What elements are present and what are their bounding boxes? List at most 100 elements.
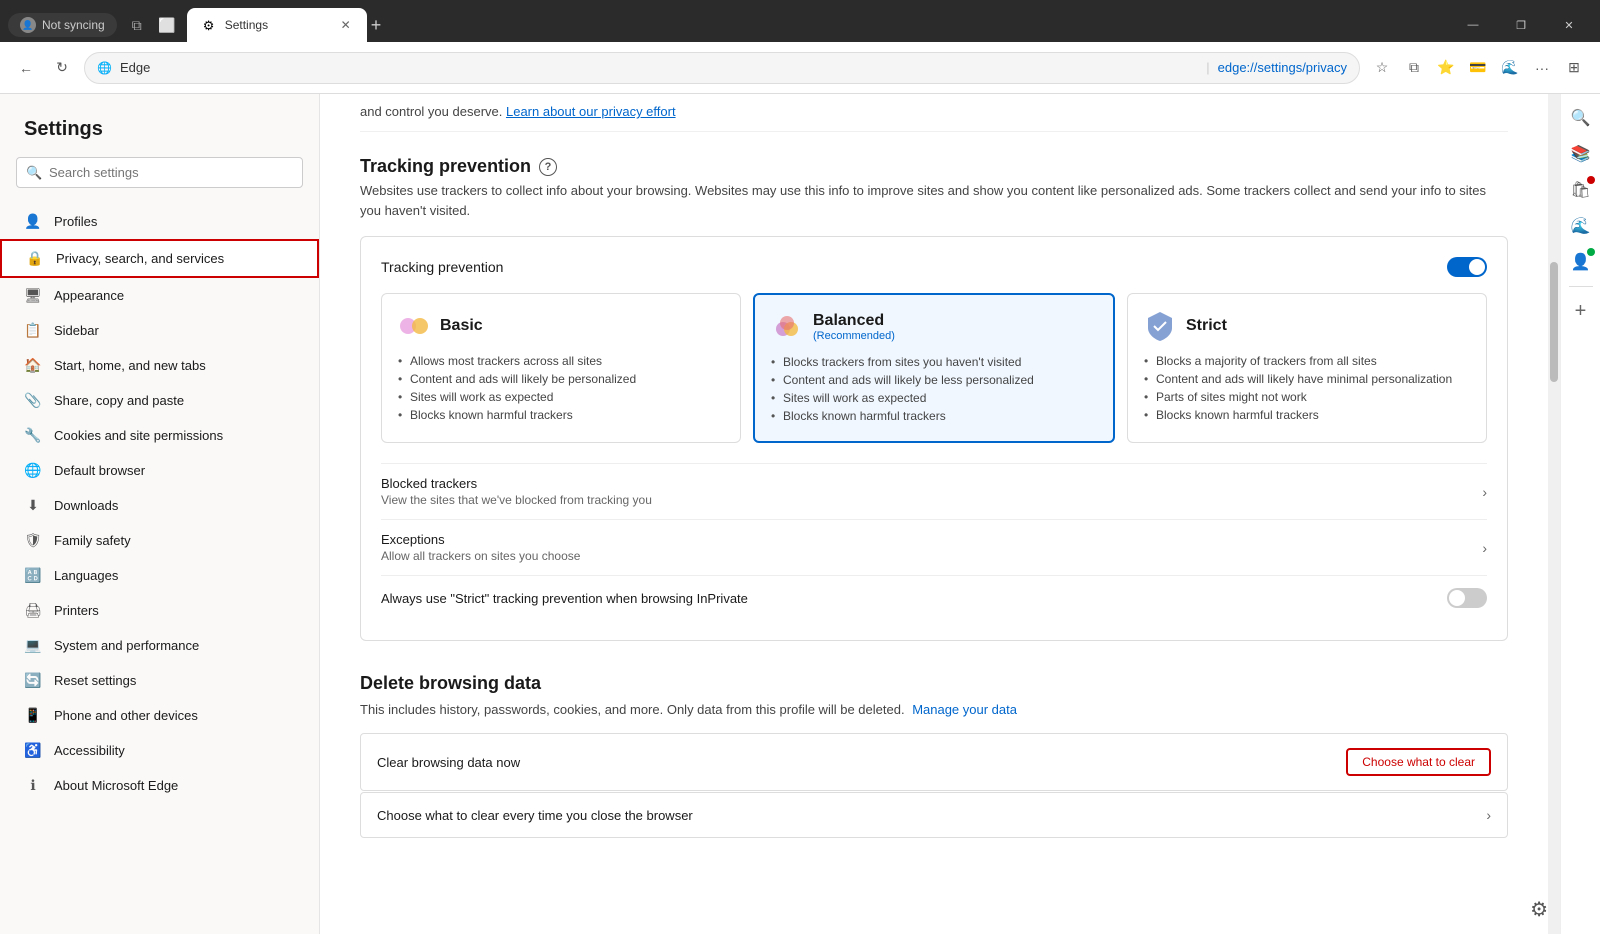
basic-card-icon: [398, 310, 430, 342]
tracking-prevention-desc: Websites use trackers to collect info ab…: [360, 181, 1508, 220]
sidebar-item-system[interactable]: 💻 System and performance: [0, 628, 319, 663]
basic-card-title: Basic: [440, 317, 483, 335]
strict-card[interactable]: Strict Blocks a majority of trackers fro…: [1127, 293, 1487, 443]
tab-actions: ⧉ ⬜: [125, 13, 179, 37]
balanced-card[interactable]: Balanced (Recommended) Blocks trackers f…: [753, 293, 1115, 443]
choose-what-to-clear-button[interactable]: Choose what to clear: [1346, 748, 1491, 776]
tracking-prevention-toggle[interactable]: [1447, 257, 1487, 277]
strict-inprivate-label: Always use "Strict" tracking prevention …: [381, 591, 748, 606]
tracking-prevention-help-icon[interactable]: ?: [539, 158, 557, 176]
sidebar-item-about[interactable]: ℹ About Microsoft Edge: [0, 768, 319, 803]
favorites-button[interactable]: ☆: [1368, 54, 1396, 82]
exceptions-title: Exceptions: [381, 532, 580, 547]
strict-point-1: Blocks a majority of trackers from all s…: [1144, 352, 1470, 370]
sidebar-item-cookies[interactable]: 🔧 Cookies and site permissions: [0, 418, 319, 453]
rs-shopping-button[interactable]: 🛍: [1565, 174, 1597, 206]
basic-point-1: Allows most trackers across all sites: [398, 352, 724, 370]
wallet-button[interactable]: 💳: [1464, 54, 1492, 82]
accessibility-icon: ♿: [24, 742, 42, 759]
delete-browsing-data-desc: This includes history, passwords, cookie…: [360, 702, 1508, 717]
sidebar-label: Sidebar: [54, 323, 99, 338]
basic-point-2: Content and ads will likely be personali…: [398, 370, 724, 388]
profile-text: Not syncing: [42, 18, 105, 32]
sidebar-item-default-browser[interactable]: 🌐 Default browser: [0, 453, 319, 488]
rs-collections-button[interactable]: 📚: [1565, 138, 1597, 170]
sidebar-item-share-copy[interactable]: 📎 Share, copy and paste: [0, 383, 319, 418]
balanced-card-icon: [771, 311, 803, 343]
sidebar-item-start-home[interactable]: 🏠 Start, home, and new tabs: [0, 348, 319, 383]
learn-privacy-link[interactable]: Learn about our privacy effort: [506, 104, 676, 119]
strict-point-4: Blocks known harmful trackers: [1144, 406, 1470, 424]
right-sidebar: 🔍 📚 🛍 🌊 👤 +: [1560, 94, 1600, 934]
rs-profile-button[interactable]: 👤: [1565, 246, 1597, 278]
clear-every-time-label: Choose what to clear every time you clos…: [377, 808, 693, 823]
tab-favicon: ⚙: [203, 18, 217, 32]
refresh-button[interactable]: ↻: [48, 54, 76, 82]
profile-button[interactable]: 👤 Not syncing: [8, 13, 117, 37]
rs-add-button[interactable]: +: [1565, 295, 1597, 327]
balanced-card-header: Balanced (Recommended): [771, 311, 1097, 343]
minimize-button[interactable]: —: [1450, 8, 1496, 42]
sidebar-item-profiles[interactable]: 👤 Profiles: [0, 204, 319, 239]
manage-your-data-link[interactable]: Manage your data: [912, 702, 1017, 717]
address-favicon: 🌐: [97, 61, 112, 75]
new-tab-button[interactable]: +: [371, 15, 382, 36]
sidebar-item-phone[interactable]: 📱 Phone and other devices: [0, 698, 319, 733]
basic-card[interactable]: Basic Allows most trackers across all si…: [381, 293, 741, 443]
sidebar-item-languages[interactable]: 🔠 Languages: [0, 558, 319, 593]
tab-action-vert[interactable]: ⬜: [155, 13, 179, 37]
sidebar-item-appearance[interactable]: 🖥 Appearance: [0, 278, 319, 313]
sidebar-item-family-safety[interactable]: 🛡 Family safety: [0, 523, 319, 558]
scrollbar[interactable]: [1548, 94, 1560, 934]
sidebar-item-sidebar[interactable]: 📋 Sidebar: [0, 313, 319, 348]
notification-button[interactable]: ···: [1528, 54, 1556, 82]
top-privacy-link: and control you deserve. Learn about our…: [360, 94, 1508, 132]
split-screen-button[interactable]: ⧉: [1400, 54, 1428, 82]
back-button[interactable]: ←: [12, 54, 40, 82]
blocked-trackers-desc: View the sites that we've blocked from t…: [381, 493, 652, 507]
tab-action-workspaces[interactable]: ⧉: [125, 13, 149, 37]
address-browser-name: Edge: [120, 60, 1198, 75]
blocked-trackers-row[interactable]: Blocked trackers View the sites that we'…: [381, 463, 1487, 519]
maximize-button[interactable]: ❐: [1498, 8, 1544, 42]
privacy-icon: 🔒: [26, 250, 44, 267]
rs-edge-button[interactable]: 🌊: [1565, 210, 1597, 242]
printers-label: Printers: [54, 603, 99, 618]
appearance-label: Appearance: [54, 288, 124, 303]
sidebar-item-reset[interactable]: 🔄 Reset settings: [0, 663, 319, 698]
sidebar-toggle-button[interactable]: ⊞: [1560, 54, 1588, 82]
sidebar-item-downloads[interactable]: ⬇ Downloads: [0, 488, 319, 523]
strict-card-title: Strict: [1186, 317, 1227, 335]
close-button[interactable]: ✕: [1546, 8, 1592, 42]
appearance-icon: 🖥: [24, 287, 42, 304]
exceptions-desc: Allow all trackers on sites you choose: [381, 549, 580, 563]
scrollbar-thumb[interactable]: [1550, 262, 1558, 382]
sidebar-item-printers[interactable]: 🖨 Printers: [0, 593, 319, 628]
profiles-label: Profiles: [54, 214, 97, 229]
tab-bar: 👤 Not syncing ⧉ ⬜ ⚙ Settings ✕ + — ❐ ✕: [0, 0, 1600, 42]
delete-browsing-data-title: Delete browsing data: [360, 673, 1508, 694]
prevention-cards: Basic Allows most trackers across all si…: [381, 293, 1487, 443]
about-icon: ℹ: [24, 777, 42, 794]
search-settings-input[interactable]: [16, 157, 303, 188]
balanced-point-2: Content and ads will likely be less pers…: [771, 371, 1097, 389]
tracking-prevention-title: Tracking prevention ?: [360, 156, 1508, 177]
tab-settings[interactable]: ⚙ Settings ✕: [187, 8, 367, 42]
exceptions-row[interactable]: Exceptions Allow all trackers on sites y…: [381, 519, 1487, 575]
clear-every-time-chevron: ›: [1486, 807, 1491, 823]
address-input[interactable]: 🌐 Edge | edge://settings/privacy: [84, 52, 1360, 84]
strict-inprivate-toggle[interactable]: [1447, 588, 1487, 608]
basic-card-title-wrap: Basic: [440, 317, 483, 335]
tracking-prevention-box: Tracking prevention: [360, 236, 1508, 641]
sidebar-item-privacy[interactable]: 🔒 Privacy, search, and services: [0, 239, 319, 278]
clear-every-time-row[interactable]: Choose what to clear every time you clos…: [360, 792, 1508, 838]
tab-close-button[interactable]: ✕: [341, 18, 351, 32]
address-url-text: edge://settings/privacy: [1218, 60, 1347, 75]
balanced-point-1: Blocks trackers from sites you haven't v…: [771, 353, 1097, 371]
favorites-bar-button[interactable]: ⭐: [1432, 54, 1460, 82]
bottom-settings-icon[interactable]: ⚙: [1530, 897, 1548, 922]
rs-search-button[interactable]: 🔍: [1565, 102, 1597, 134]
sidebar-item-accessibility[interactable]: ♿ Accessibility: [0, 733, 319, 768]
edge-button[interactable]: 🌊: [1496, 54, 1524, 82]
search-box[interactable]: 🔍: [16, 157, 303, 188]
